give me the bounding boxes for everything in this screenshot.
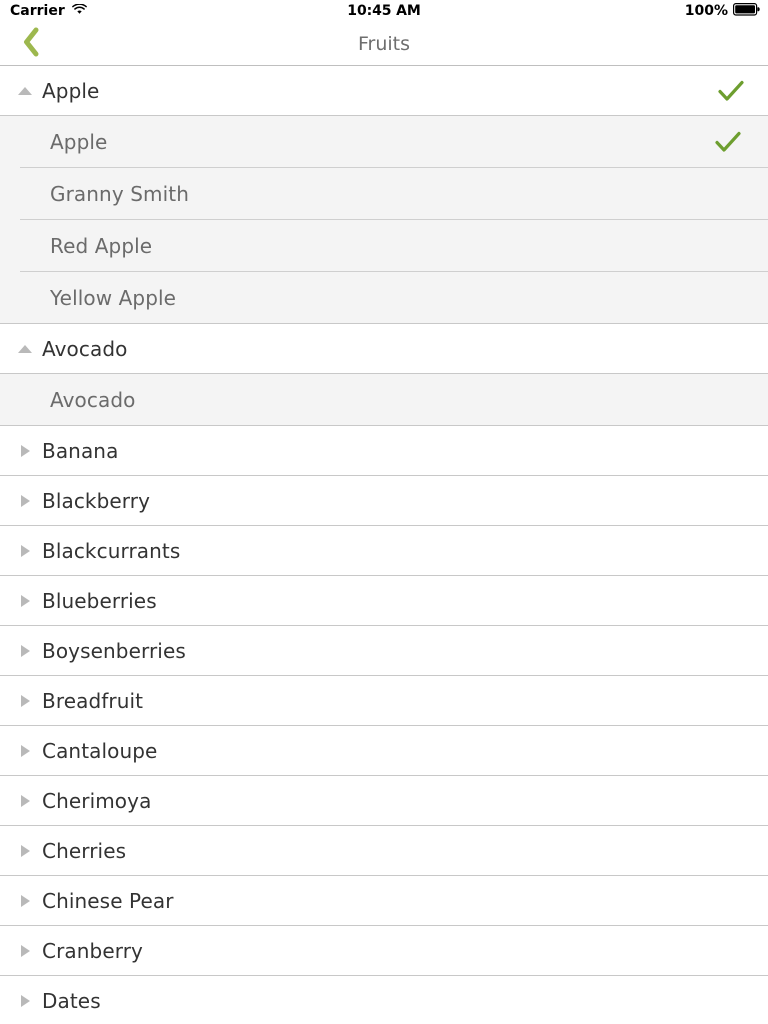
sub-list-item-label: Yellow Apple [50, 286, 177, 310]
triangle-right-icon[interactable] [8, 744, 42, 757]
list-item[interactable]: Blueberries [0, 576, 768, 626]
list-item-label: Breadfruit [42, 688, 144, 713]
triangle-up-icon[interactable] [8, 86, 42, 95]
fruits-list: Apple Apple Granny Smith Red Apple Yellow Ap… [0, 66, 768, 1024]
sub-list-item[interactable]: Granny Smith [0, 168, 768, 220]
list-item[interactable]: Cantaloupe [0, 726, 768, 776]
list-item[interactable]: Banana [0, 426, 768, 476]
triangle-up-icon[interactable] [8, 344, 42, 353]
status-bar-clock: 10:45 AM [347, 3, 421, 19]
list-item[interactable]: Breadfruit [0, 676, 768, 726]
triangle-right-icon[interactable] [8, 444, 42, 457]
list-item[interactable]: Apple [0, 66, 768, 116]
app-screen: Carrier 10:45 AM 100% Fruits Apple Apple… [0, 0, 768, 1024]
list-item-label: Blackberry [42, 488, 151, 513]
list-item-label: Banana [42, 438, 119, 463]
list-item[interactable]: Cherimoya [0, 776, 768, 826]
sub-list-item-label: Red Apple [50, 234, 153, 258]
list-item-label: Dates [42, 988, 101, 1013]
list-item[interactable]: Avocado [0, 324, 768, 374]
triangle-right-icon[interactable] [8, 794, 42, 807]
list-item-label: Boysenberries [42, 638, 186, 663]
sub-list-item[interactable]: Yellow Apple [0, 272, 768, 324]
list-item[interactable]: Boysenberries [0, 626, 768, 676]
sub-list-item-label: Avocado [50, 388, 136, 412]
triangle-right-icon[interactable] [8, 594, 42, 607]
list-item-label: Apple [42, 78, 100, 103]
list-item-label: Cherimoya [42, 788, 152, 813]
triangle-right-icon[interactable] [8, 494, 42, 507]
sub-list-item-label: Granny Smith [50, 182, 189, 206]
navigation-bar: Fruits [0, 22, 768, 66]
list-item[interactable]: Chinese Pear [0, 876, 768, 926]
list-item-label: Cantaloupe [42, 738, 158, 763]
list-item-label: Blackcurrants [42, 538, 181, 563]
list-item[interactable]: Blackcurrants [0, 526, 768, 576]
triangle-right-icon[interactable] [8, 544, 42, 557]
sub-list-item-label: Apple [50, 130, 108, 154]
sub-list-item[interactable]: Avocado [0, 374, 768, 426]
list-item[interactable]: Blackberry [0, 476, 768, 526]
triangle-right-icon[interactable] [8, 644, 42, 657]
triangle-right-icon[interactable] [8, 994, 42, 1007]
status-bar: Carrier 10:45 AM 100% [0, 0, 768, 22]
page-title: Fruits [357, 32, 411, 55]
sub-list-item[interactable]: Apple [0, 116, 768, 168]
list-item-label: Chinese Pear [42, 888, 174, 913]
triangle-right-icon[interactable] [8, 844, 42, 857]
list-item-label: Blueberries [42, 588, 157, 613]
list-item-label: Cranberry [42, 938, 143, 963]
list-item-label: Cherries [42, 838, 127, 863]
triangle-right-icon[interactable] [8, 894, 42, 907]
list-item[interactable]: Dates [0, 976, 768, 1024]
checkmark-icon [715, 131, 741, 153]
list-item[interactable]: Cranberry [0, 926, 768, 976]
list-item-label: Avocado [42, 336, 128, 361]
list-item[interactable]: Cherries [0, 826, 768, 876]
triangle-right-icon[interactable] [8, 944, 42, 957]
checkmark-icon [718, 80, 744, 102]
sub-list-item[interactable]: Red Apple [0, 220, 768, 272]
triangle-right-icon[interactable] [8, 694, 42, 707]
